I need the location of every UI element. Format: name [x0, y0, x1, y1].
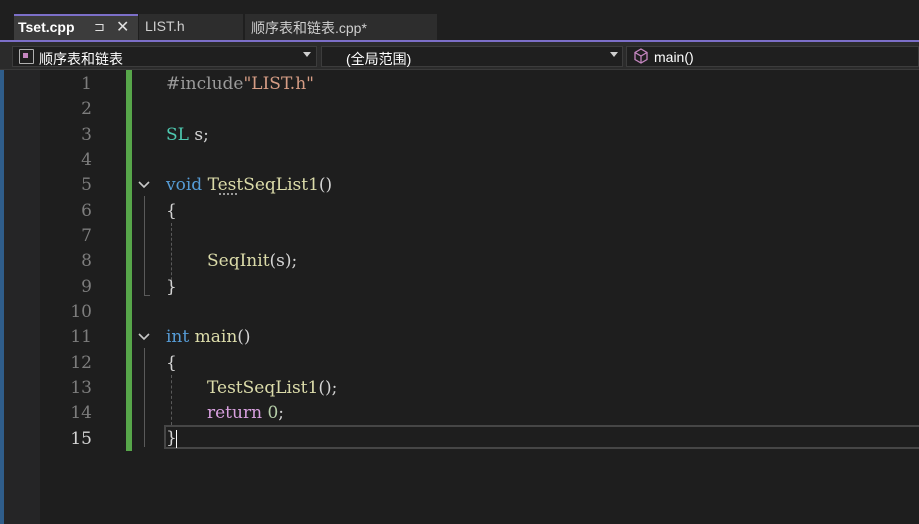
current-line-highlight [164, 425, 919, 449]
tab-tset-cpp[interactable]: Tset.cpp ⊐ ✕ [14, 14, 138, 40]
document-tab-strip: Tset.cpp ⊐ ✕ LIST.h 顺序表和链表.cpp* [0, 0, 919, 42]
text-caret [176, 430, 177, 448]
code-line-3: SL s; [166, 125, 209, 145]
line-number: 3 [81, 125, 92, 145]
collapse-chevron-icon[interactable] [137, 178, 151, 192]
scope-dropdown[interactable]: (全局范围) [321, 46, 623, 67]
code-line-8: SeqInit(s); [207, 251, 298, 271]
line-number: 6 [81, 201, 92, 221]
project-name: 顺序表和链表 [39, 51, 123, 67]
tab-label: 顺序表和链表.cpp* [251, 20, 367, 36]
line-number: 1 [81, 74, 92, 94]
change-tracking-bar [126, 70, 132, 451]
cube-icon [634, 48, 648, 64]
code-line-14: return 0; [207, 403, 285, 423]
code-line-11: int main() [166, 327, 251, 347]
glyph-margin[interactable] [4, 70, 40, 524]
intellisense-hint-underline[interactable] [219, 191, 237, 195]
line-number-current: 15 [70, 429, 92, 449]
line-number: 10 [70, 302, 92, 322]
tab-list-h[interactable]: LIST.h [139, 14, 243, 40]
code-line-1: #include"LIST.h" [166, 74, 314, 94]
navigation-bar: 顺序表和链表 (全局范围) main() [0, 42, 919, 70]
line-number: 5 [81, 175, 92, 195]
tab-label: LIST.h [145, 18, 185, 34]
chevron-down-icon[interactable] [303, 52, 311, 57]
fold-guide-end [144, 295, 150, 296]
collapse-chevron-icon[interactable] [137, 330, 151, 344]
line-number: 8 [81, 251, 92, 271]
indent-guide [171, 375, 172, 425]
code-line-13: TestSeqList1(); [207, 378, 338, 398]
line-number: 11 [70, 327, 92, 347]
project-dropdown[interactable]: 顺序表和链表 [12, 46, 317, 67]
fold-guide-line [144, 348, 145, 447]
line-number: 13 [70, 378, 92, 398]
tab-seqlist-cpp[interactable]: 顺序表和链表.cpp* [245, 14, 437, 40]
scope-name: (全局范围) [346, 51, 412, 67]
code-line-6: { [166, 201, 177, 221]
code-line-9: } [166, 277, 177, 297]
member-dropdown[interactable]: main() [626, 46, 919, 67]
code-line-5: void TestSeqList1() [166, 175, 333, 195]
project-icon [19, 49, 34, 64]
line-number: 2 [81, 99, 92, 119]
member-name: main() [654, 49, 694, 65]
close-icon[interactable]: ✕ [116, 17, 129, 37]
line-number: 14 [70, 403, 92, 423]
pin-icon[interactable]: ⊐ [94, 19, 105, 35]
line-number: 9 [81, 277, 92, 297]
line-number: 12 [70, 353, 92, 373]
code-editor[interactable]: 1 2 3 4 5 6 7 8 9 10 11 12 13 14 15 #inc… [0, 70, 919, 524]
tab-label: Tset.cpp [18, 19, 75, 35]
fold-guide-line [144, 196, 145, 295]
line-number: 4 [81, 150, 92, 170]
line-number: 7 [81, 226, 92, 246]
chevron-down-icon[interactable] [610, 52, 618, 57]
code-line-12: { [166, 353, 177, 373]
